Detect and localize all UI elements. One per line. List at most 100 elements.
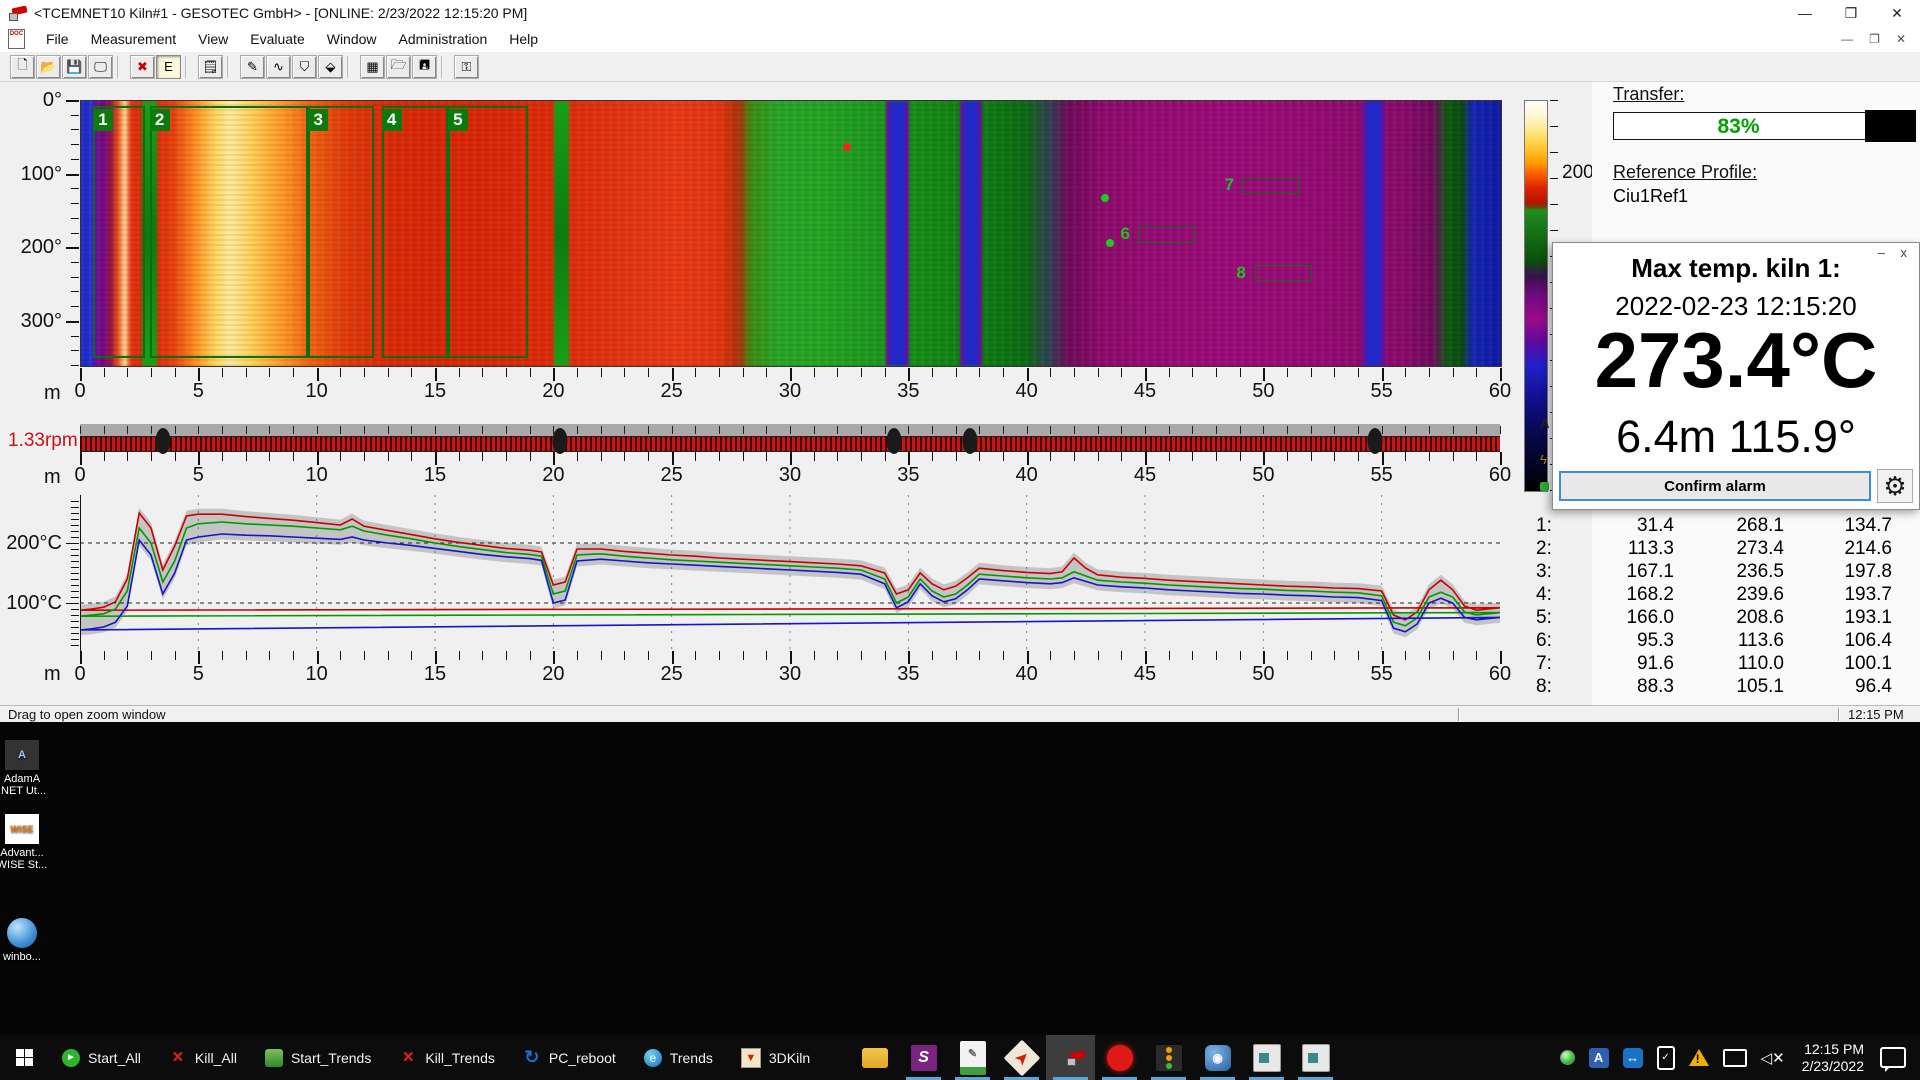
taskbar-app-recorder[interactable]	[1095, 1035, 1144, 1080]
taskbar-app-tmc-window-2[interactable]	[1291, 1035, 1340, 1080]
taskbar-shortcut-start-trends[interactable]: Start_Trends	[251, 1035, 385, 1080]
volume-muted-icon[interactable]: ◁✕	[1761, 1049, 1785, 1067]
taskbar-shortcut-pc-reboot[interactable]: ↻PC_reboot	[509, 1035, 630, 1080]
zone-max: 239.6	[1674, 584, 1784, 606]
colorbar-tick	[1550, 126, 1558, 127]
notification-center-icon[interactable]	[1880, 1047, 1906, 1068]
minimize-button[interactable]: —	[1782, 0, 1828, 26]
network-icon[interactable]	[1723, 1049, 1747, 1067]
rpm-roller-marker[interactable]	[962, 428, 977, 454]
measurement-zone-2[interactable]	[150, 106, 309, 358]
teamviewer-icon[interactable]: ↔	[1623, 1048, 1643, 1068]
measurement-zone-7[interactable]	[1243, 178, 1300, 194]
rpm-roller-marker[interactable]	[887, 428, 902, 454]
axis-tick	[743, 368, 744, 377]
winbox-icon[interactable]: winbo...	[0, 918, 54, 963]
menu-item-measurement[interactable]: Measurement	[80, 31, 188, 47]
icon-label: winbo...	[0, 951, 54, 963]
panel-edge-green-icon[interactable]	[1540, 482, 1549, 491]
menu-item-administration[interactable]: Administration	[388, 31, 499, 47]
menu-item-view[interactable]: View	[187, 31, 239, 47]
menu-item-file[interactable]: File	[35, 31, 80, 47]
security-warning-icon[interactable]: !	[1689, 1049, 1709, 1066]
measurement-zone-4[interactable]	[382, 106, 448, 358]
axis-tick	[506, 452, 507, 461]
measurement-zone-6[interactable]	[1139, 227, 1196, 243]
axis-tick	[1453, 651, 1454, 660]
measurement-zone-3[interactable]	[308, 106, 374, 358]
rpm-roller-marker[interactable]	[553, 428, 568, 454]
edit-icon[interactable]: ✎	[240, 55, 265, 79]
panel-edge-icon-a[interactable]: A	[1540, 416, 1549, 431]
mdi-close-button[interactable]: ✕	[1888, 32, 1914, 46]
shortcut-label: Kill_All	[195, 1050, 237, 1066]
lock-icon[interactable]: ⚿	[454, 55, 479, 79]
open-folder-icon[interactable]: 📂	[36, 55, 61, 79]
taskbar-app-ip-cam-app[interactable]: ◉	[1193, 1035, 1242, 1080]
start-button[interactable]	[0, 1035, 48, 1080]
kiln-thermal-map[interactable]: 12345678	[80, 100, 1502, 367]
usb-eject-icon[interactable]: ✓	[1657, 1046, 1675, 1070]
taskbar-app-file-explorer[interactable]	[850, 1035, 899, 1080]
rpm-roller-marker[interactable]	[155, 428, 170, 454]
evaluate-icon[interactable]: ⛉	[292, 55, 317, 79]
axis-tick	[246, 651, 247, 660]
menu-item-evaluate[interactable]: Evaluate	[239, 31, 315, 47]
taskbar-app-notes-app[interactable]: ✎	[948, 1035, 997, 1080]
taskbar-shortcut-kill-all[interactable]: ×Kill_All	[155, 1035, 251, 1080]
grid-icon[interactable]: ▦	[360, 55, 385, 79]
monitor-icon[interactable]: 🖵	[88, 55, 113, 79]
axis-tick	[1429, 452, 1430, 461]
confirm-alarm-button[interactable]: Confirm alarm	[1559, 471, 1871, 501]
axis-tick	[1003, 651, 1004, 660]
thermal-spot	[1101, 194, 1109, 202]
taskbar-shortcut-trends[interactable]: eTrends	[630, 1035, 727, 1080]
taskbar-app-rocket-doc[interactable]: ➤	[997, 1035, 1046, 1080]
mdi-minimize-button[interactable]: —	[1833, 32, 1861, 46]
maximize-button[interactable]: ❐	[1828, 0, 1874, 26]
title-bar[interactable]: <TCEMNET10 Kiln#1 - GESOTEC GmbH> - [ONL…	[0, 0, 1920, 27]
delete-measurement-icon[interactable]: ✖	[130, 55, 155, 79]
e-profile-icon[interactable]: E	[156, 55, 181, 79]
panel-edge-flash-icon[interactable]: ϟ	[1540, 452, 1547, 467]
measurement-zone-5[interactable]	[448, 106, 528, 358]
advantech-wise-icon[interactable]: WISEAdvant...WISE St...	[0, 814, 54, 871]
axis-tick	[71, 203, 79, 204]
temperature-profile-chart[interactable]	[80, 495, 1500, 651]
taskbar-shortcut-kill-trends[interactable]: ×Kill_Trends	[385, 1035, 509, 1080]
taskbar-app-traffic-app[interactable]	[1144, 1035, 1193, 1080]
axis-tick	[506, 426, 507, 434]
tray-led-icon[interactable]	[1560, 1050, 1575, 1065]
save-image-icon[interactable]: 🖪	[412, 55, 437, 79]
cube-icon[interactable]: ⬙	[318, 55, 343, 79]
menu-item-help[interactable]: Help	[498, 31, 549, 47]
report-icon[interactable]: 🗒	[198, 55, 223, 79]
measurement-zone-8[interactable]	[1255, 265, 1312, 281]
taskbar-app-kiln-app[interactable]	[1046, 1035, 1095, 1080]
menu-item-window[interactable]: Window	[316, 31, 388, 47]
max-temp-alarm-popup[interactable]: – x Max temp. kiln 1: 2022-02-23 12:15:2…	[1552, 242, 1920, 510]
gear-icon[interactable]: ⚙	[1877, 469, 1913, 503]
axis-tick	[601, 368, 602, 377]
close-button[interactable]: ✕	[1874, 0, 1920, 26]
archive-icon[interactable]: 🗁	[386, 55, 411, 79]
trend-icon[interactable]: ∿	[266, 55, 291, 79]
axis-tick	[695, 452, 696, 461]
save-icon[interactable]: 💾	[62, 55, 87, 79]
new-document-icon[interactable]: 🗋	[10, 55, 35, 79]
taskbar-shortcut-start-all[interactable]: ►Start_All	[48, 1035, 155, 1080]
taskbar-app-tmc-window-1[interactable]	[1242, 1035, 1291, 1080]
measurement-zone-1[interactable]	[93, 106, 145, 358]
taskbar-shortcut-3dkiln[interactable]: ▼3DKiln	[727, 1035, 824, 1080]
tray-clock[interactable]: 12:15 PM 2/23/2022	[1802, 1041, 1864, 1075]
desktop[interactable]: ✕ AAdamA.NET Ut...WISEAdvant...WISE St..…	[0, 722, 1920, 1035]
popup-position: 6.4m 115.9°	[1553, 411, 1919, 463]
adama-net-icon[interactable]: AAdamA.NET Ut...	[0, 740, 54, 797]
taskbar-app-s-app[interactable]: S	[899, 1035, 948, 1080]
tray-a-icon[interactable]: A	[1589, 1048, 1609, 1068]
mdi-restore-button[interactable]: ❐	[1861, 32, 1888, 46]
rpm-roller-marker[interactable]	[1367, 428, 1382, 454]
axis-tick	[71, 579, 79, 580]
chart-y-label: 100°C	[2, 592, 62, 615]
mdi-window-controls[interactable]: —❐✕	[1833, 32, 1914, 46]
